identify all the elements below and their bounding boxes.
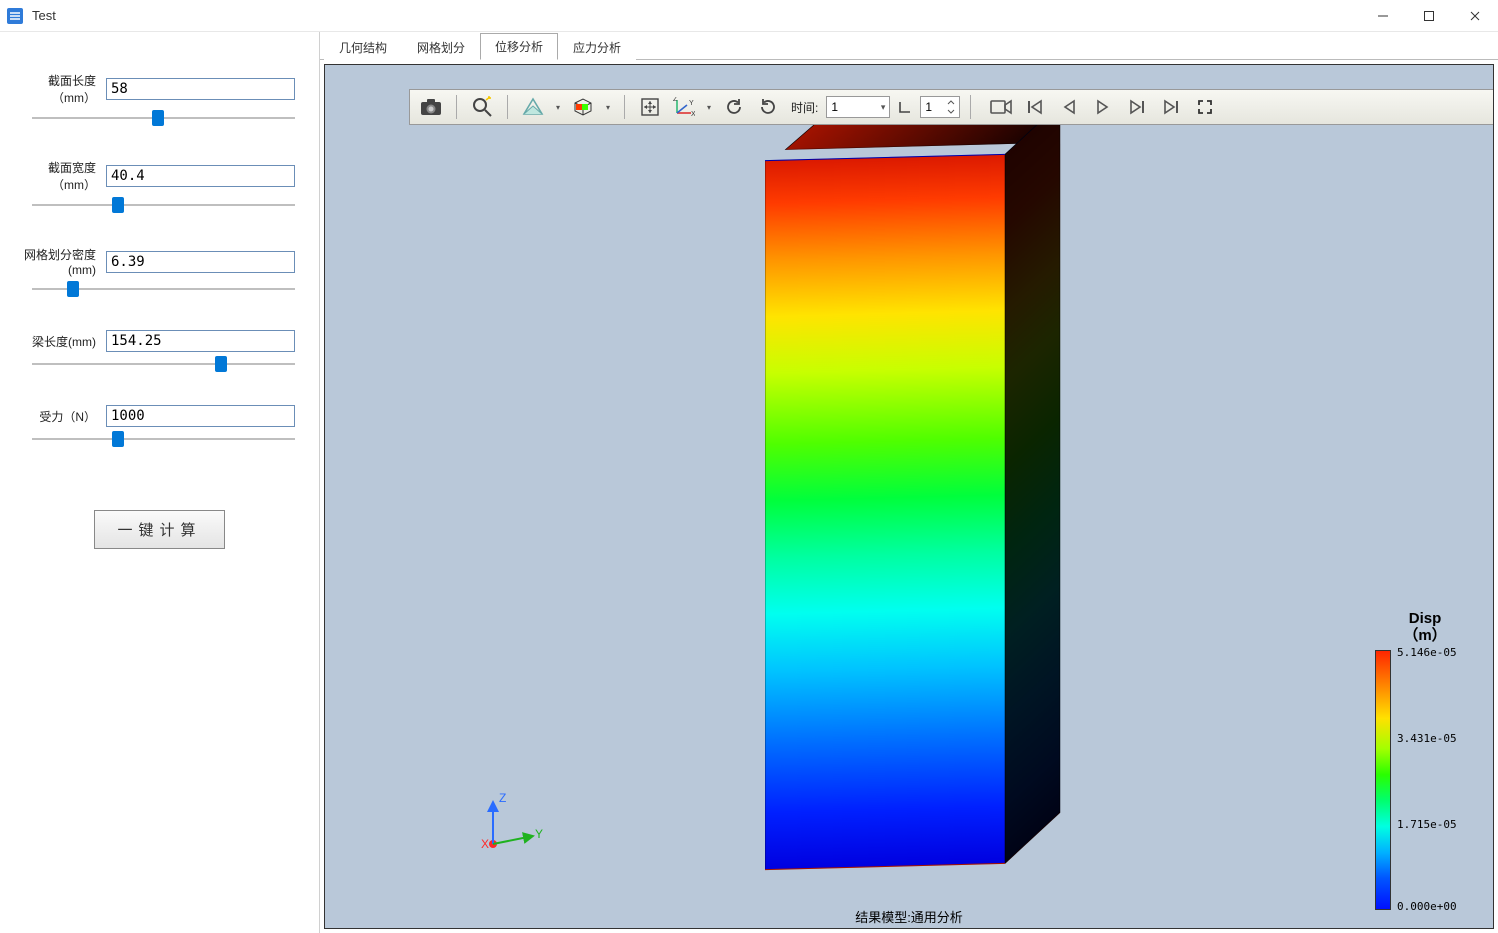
fullscreen-button[interactable]: [1193, 95, 1217, 119]
axis-y-label: Y: [535, 827, 543, 841]
legend-title-1: Disp: [1409, 610, 1442, 627]
rotate-ccw-button[interactable]: [719, 93, 749, 121]
zoom-tool-button[interactable]: [467, 93, 497, 121]
legend-color-bar: [1375, 650, 1391, 910]
calculate-button[interactable]: 一键计算: [94, 510, 224, 549]
right-panel: 几何结构 网格划分 位移分析 应力分析: [320, 32, 1498, 933]
param-label: 网格划分密度(mm): [24, 246, 96, 277]
prev-frame-button[interactable]: [1057, 95, 1081, 119]
play-button[interactable]: [1091, 95, 1115, 119]
rotate-cw-button[interactable]: [753, 93, 783, 121]
contour-button[interactable]: [568, 93, 598, 121]
axis-triad: Z Y X: [475, 788, 555, 858]
section-length-input[interactable]: [106, 78, 295, 100]
force-input[interactable]: [106, 405, 295, 427]
playback-controls: [989, 95, 1217, 119]
mesh-density-input[interactable]: [106, 251, 295, 273]
tab-displacement[interactable]: 位移分析: [480, 33, 558, 60]
record-button[interactable]: [989, 95, 1013, 119]
color-legend: Disp （m） 5.146e-05 3.431e-05 1.715e-05 0…: [1375, 611, 1475, 910]
tab-mesh[interactable]: 网格划分: [402, 34, 480, 60]
display-mode-dropdown[interactable]: ▾: [552, 103, 564, 112]
beam-model[interactable]: [765, 154, 1005, 870]
legend-title: Disp （m）: [1375, 611, 1475, 644]
mesh-density-slider[interactable]: [32, 281, 295, 297]
time-combo-value: 1: [831, 100, 838, 114]
beam-length-slider[interactable]: [32, 356, 295, 372]
section-width-slider[interactable]: [32, 197, 295, 213]
section-width-input[interactable]: [106, 165, 295, 187]
display-mode-button[interactable]: [518, 93, 548, 121]
frame-value: 1: [925, 100, 947, 114]
viewport[interactable]: Z Y X Disp （m） 5.146e-05: [324, 64, 1494, 929]
fit-view-button[interactable]: [635, 93, 665, 121]
time-combo[interactable]: 1▾: [826, 96, 890, 118]
beam-side-face: [1005, 103, 1060, 864]
param-label: 截面长度（mm）: [24, 72, 96, 106]
legend-title-2: （m）: [1403, 627, 1446, 644]
param-label: 梁长度(mm): [24, 333, 96, 350]
section-length-slider[interactable]: [32, 110, 295, 126]
param-label: 截面宽度（mm）: [24, 159, 96, 193]
beam-length-input[interactable]: [106, 330, 295, 352]
axis-orient-button[interactable]: Z YX: [669, 93, 699, 121]
beam-front-face: [765, 154, 1005, 870]
svg-text:Y: Y: [689, 100, 694, 107]
first-frame-button[interactable]: [1023, 95, 1047, 119]
axis-orient-dropdown[interactable]: ▾: [703, 103, 715, 112]
contour-dropdown[interactable]: ▾: [602, 103, 614, 112]
snapshot-button[interactable]: [416, 93, 446, 121]
titlebar: Test: [0, 0, 1498, 32]
viewer-toolbar: ▾ ▾ Z YX ▾: [409, 89, 1493, 125]
param-label: 受力（N）: [24, 408, 96, 425]
frame-number[interactable]: 1: [920, 96, 960, 118]
param-section-length: 截面长度（mm）: [24, 72, 295, 129]
axis-x-label: X: [481, 837, 489, 851]
param-force: 受力（N）: [24, 405, 295, 450]
param-section-width: 截面宽度（mm）: [24, 159, 295, 216]
window-title: Test: [32, 8, 56, 23]
svg-text:Z: Z: [673, 97, 678, 103]
viz-3d[interactable]: Z Y X Disp （m） 5.146e-05: [325, 65, 1493, 928]
result-model-label: 结果模型:通用分析: [855, 907, 963, 926]
param-beam-length: 梁长度(mm): [24, 330, 295, 375]
close-button[interactable]: [1452, 0, 1498, 31]
legend-midl: 1.715e-05: [1397, 818, 1457, 831]
legend-midh: 3.431e-05: [1397, 732, 1457, 745]
time-label: 时间:: [791, 99, 818, 116]
minimize-button[interactable]: [1360, 0, 1406, 31]
axis-z-label: Z: [499, 791, 506, 805]
next-frame-button[interactable]: [1125, 95, 1149, 119]
tab-stress[interactable]: 应力分析: [558, 34, 636, 60]
legend-max: 5.146e-05: [1397, 646, 1457, 659]
legend-labels: 5.146e-05 3.431e-05 1.715e-05 0.000e+00: [1391, 650, 1475, 910]
maximize-button[interactable]: [1406, 0, 1452, 31]
force-slider[interactable]: [32, 431, 295, 447]
parameter-panel: 截面长度（mm） 截面宽度（mm） 网格划分密度(mm) 梁长度(mm): [0, 32, 320, 933]
param-mesh-density: 网格划分密度(mm): [24, 246, 295, 300]
window-controls: [1360, 0, 1498, 31]
tab-geometry[interactable]: 几何结构: [324, 34, 402, 60]
last-frame-button[interactable]: [1159, 95, 1183, 119]
app-icon: [6, 7, 24, 25]
tab-strip: 几何结构 网格划分 位移分析 应力分析: [320, 32, 1498, 60]
legend-min: 0.000e+00: [1397, 900, 1457, 913]
right-angle-icon: [894, 93, 916, 121]
svg-text:X: X: [691, 111, 695, 117]
